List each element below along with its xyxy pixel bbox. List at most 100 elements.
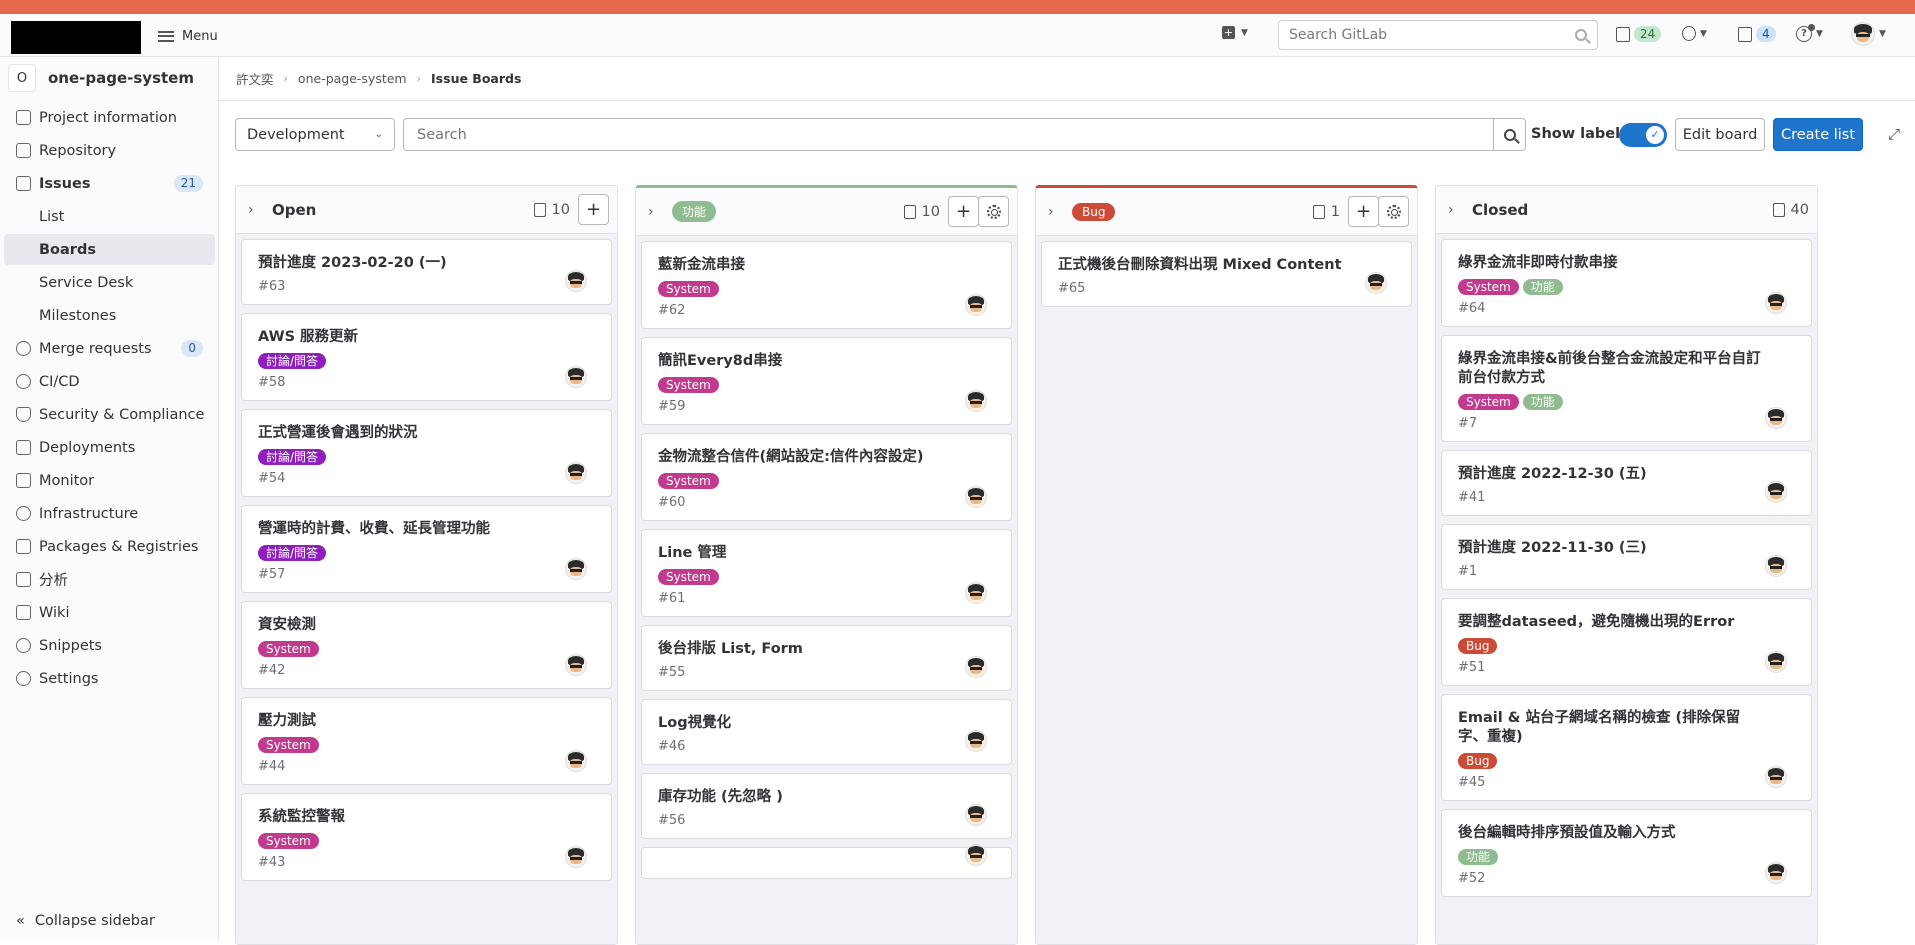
issue-card[interactable]: Email & 站台子網域名稱的檢查 (排除保留字、重複) Bug #45 <box>1441 694 1812 801</box>
issue-title[interactable]: Email & 站台子網域名稱的檢查 (排除保留字、重複) <box>1458 709 1795 747</box>
sidebar-item-service-desk[interactable]: Service Desk <box>4 267 215 298</box>
breadcrumb-current[interactable]: Issue Boards <box>431 71 521 86</box>
label-badge[interactable]: System <box>258 833 319 849</box>
issue-card[interactable]: 藍新金流串接 System #62 <box>641 241 1012 329</box>
chevron-right-icon[interactable]: › <box>1048 204 1064 220</box>
label-badge[interactable]: System <box>258 737 319 753</box>
label-badge[interactable]: System <box>658 569 719 585</box>
label-badge[interactable]: Bug <box>1458 638 1498 654</box>
issue-card[interactable]: 簡訊Every8d串接 System #59 <box>641 337 1012 425</box>
board-search-button[interactable] <box>1493 118 1526 151</box>
issue-title[interactable]: 預計進度 2022-12-30 (五) <box>1458 465 1795 484</box>
menu-button[interactable]: Menu <box>158 23 218 49</box>
issue-card[interactable]: 資安檢測 System #42 <box>241 601 612 689</box>
board-search-input[interactable]: Search <box>403 118 1495 151</box>
new-issue-button[interactable]: + <box>1348 196 1379 227</box>
issue-title[interactable]: 金物流整合信件(網站設定:信件內容設定) <box>658 448 995 467</box>
label-badge[interactable]: Bug <box>1458 753 1498 769</box>
assignee-avatar[interactable] <box>965 804 987 826</box>
issue-card[interactable]: 壓力測試 System #44 <box>241 697 612 785</box>
sidebar-item-wiki[interactable]: Wiki <box>4 597 215 628</box>
sidebar-item-monitor[interactable]: Monitor <box>4 465 215 496</box>
sidebar-item-settings[interactable]: Settings <box>4 663 215 694</box>
sidebar-item-merge-requests[interactable]: Merge requests 0 <box>4 333 215 364</box>
assignee-avatar[interactable] <box>1765 481 1787 503</box>
new-issue-button[interactable]: + <box>948 196 979 227</box>
issue-title[interactable]: 預計進度 2022-11-30 (三) <box>1458 539 1795 558</box>
todos-nav-button[interactable]: 4 <box>1738 26 1776 42</box>
issue-title[interactable]: 庫存功能 (先忽略 ) <box>658 788 995 807</box>
issue-card[interactable]: 金物流整合信件(網站設定:信件內容設定) System #60 <box>641 433 1012 521</box>
assignee-avatar[interactable] <box>965 294 987 316</box>
assignee-avatar[interactable] <box>565 270 587 292</box>
label-badge[interactable]: System <box>658 281 719 297</box>
label-badge[interactable]: System <box>658 377 719 393</box>
issue-title[interactable]: 壓力測試 <box>258 712 595 731</box>
help-nav-button[interactable]: ? ▼ <box>1796 24 1823 42</box>
issue-card[interactable]: AWS 服務更新 討論/問答 #58 <box>241 313 612 401</box>
sidebar-item-issues[interactable]: Issues 21 <box>4 168 215 199</box>
issue-card[interactable]: 正式營運後會遇到的狀況 討論/問答 #54 <box>241 409 612 497</box>
sidebar-item-deployments[interactable]: Deployments <box>4 432 215 463</box>
issue-card[interactable]: Line 管理 System #61 <box>641 529 1012 617</box>
label-badge[interactable]: System <box>658 473 719 489</box>
board-list-label[interactable]: Bug <box>1072 202 1116 221</box>
assignee-avatar[interactable] <box>1765 862 1787 884</box>
issue-title[interactable]: 要調整dataseed，避免隨機出現的Error <box>1458 613 1795 632</box>
assignee-avatar[interactable] <box>1765 766 1787 788</box>
expand-icon[interactable]: ⤢ <box>1885 125 1903 143</box>
assignee-avatar[interactable] <box>565 462 587 484</box>
board-switcher-dropdown[interactable]: Development ⌄ <box>235 118 395 151</box>
chevron-right-icon[interactable]: › <box>648 204 664 220</box>
issue-card[interactable]: 後台排版 List, Form #55 <box>641 625 1012 691</box>
assignee-avatar[interactable] <box>1765 292 1787 314</box>
create-list-button[interactable]: Create list <box>1773 118 1863 151</box>
issue-card[interactable] <box>641 844 1012 879</box>
sidebar-item-repository[interactable]: Repository <box>4 135 215 166</box>
issue-card[interactable]: 預計進度 2022-12-30 (五) #41 <box>1441 450 1812 516</box>
issues-nav-button[interactable]: 24 <box>1616 26 1662 42</box>
list-settings-button[interactable] <box>978 196 1009 227</box>
assignee-avatar[interactable] <box>965 582 987 604</box>
issue-card[interactable]: 要調整dataseed，避免隨機出現的Error Bug #51 <box>1441 598 1812 686</box>
label-badge[interactable]: 討論/問答 <box>258 545 327 561</box>
sidebar-item-infrastructure[interactable]: Infrastructure <box>4 498 215 529</box>
assignee-avatar[interactable] <box>1765 555 1787 577</box>
merge-requests-nav-button[interactable]: ▼ <box>1682 26 1707 41</box>
project-header[interactable]: O one-page-system <box>8 63 194 93</box>
chevron-right-icon[interactable]: › <box>248 202 264 218</box>
issue-card[interactable]: 預計進度 2023-02-20 (一) #63 <box>241 239 612 305</box>
issue-card[interactable]: 營運時的計費、收費、延長管理功能 討論/問答 #57 <box>241 505 612 593</box>
assignee-avatar[interactable] <box>565 846 587 868</box>
assignee-avatar[interactable] <box>565 750 587 772</box>
breadcrumb-project[interactable]: one-page-system <box>298 71 407 86</box>
assignee-avatar[interactable] <box>565 654 587 676</box>
issue-card[interactable]: 綠界金流非即時付款串接 System 功能 #64 <box>1441 239 1812 327</box>
global-search-input[interactable]: Search GitLab <box>1278 20 1598 50</box>
issue-card[interactable]: 系統監控警報 System #43 <box>241 793 612 881</box>
sidebar-item-analytics[interactable]: 分析 <box>4 564 215 595</box>
issue-title[interactable]: 綠界金流非即時付款串接 <box>1458 254 1795 273</box>
issue-title[interactable]: 後台編輯時排序預設值及輸入方式 <box>1458 824 1795 843</box>
edit-board-button[interactable]: Edit board <box>1675 118 1765 151</box>
list-settings-button[interactable] <box>1378 196 1409 227</box>
label-badge[interactable]: System <box>258 641 319 657</box>
assignee-avatar[interactable] <box>965 656 987 678</box>
issue-title[interactable]: Line 管理 <box>658 544 995 563</box>
collapse-sidebar-button[interactable]: « Collapse sidebar <box>16 913 155 929</box>
issue-title[interactable]: 綠界金流串接&前後台整合金流設定和平台自訂前台付款方式 <box>1458 350 1795 388</box>
issue-title[interactable]: 預計進度 2023-02-20 (一) <box>258 254 595 273</box>
issue-card[interactable]: 預計進度 2022-11-30 (三) #1 <box>1441 524 1812 590</box>
label-badge[interactable]: 討論/問答 <box>258 449 327 465</box>
label-badge[interactable]: 功能 <box>1458 849 1499 865</box>
label-badge[interactable]: 討論/問答 <box>258 353 327 369</box>
issue-card[interactable]: Log視覺化 #46 <box>641 699 1012 765</box>
sidebar-item-milestones[interactable]: Milestones <box>4 300 215 331</box>
sidebar-item-packages[interactable]: Packages & Registries <box>4 531 215 562</box>
issue-title[interactable]: Log視覺化 <box>658 714 995 733</box>
issue-title[interactable]: AWS 服務更新 <box>258 328 595 347</box>
assignee-avatar[interactable] <box>565 366 587 388</box>
issue-card[interactable]: 後台編輯時排序預設值及輸入方式 功能 #52 <box>1441 809 1812 897</box>
issue-title[interactable]: 營運時的計費、收費、延長管理功能 <box>258 520 595 539</box>
sidebar-item-list[interactable]: List <box>4 201 215 232</box>
